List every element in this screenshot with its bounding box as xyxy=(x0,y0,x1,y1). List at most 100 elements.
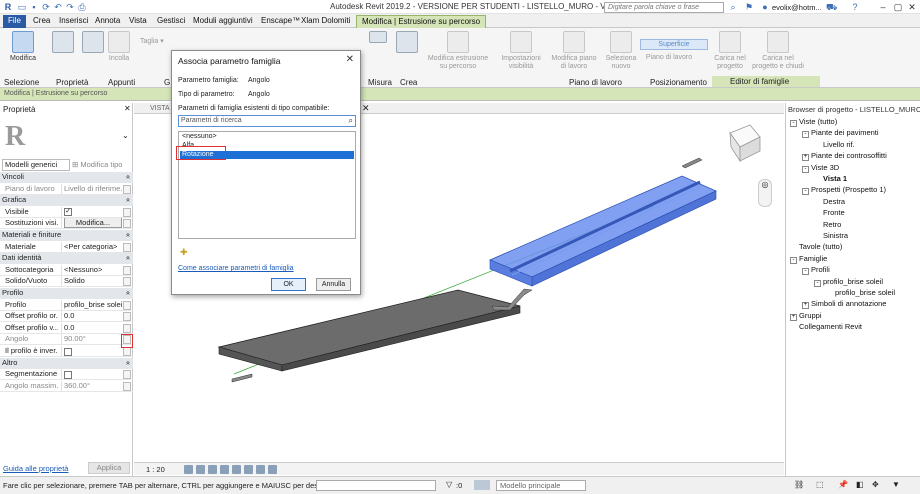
type-selector-arrow-icon[interactable]: ⌄ xyxy=(122,131,129,140)
param-listbox[interactable]: <nessuno> Alfa Rotazione xyxy=(178,131,356,239)
select-new-button[interactable]: Seleziona nuovo xyxy=(604,31,638,71)
tab-annota[interactable]: Annota xyxy=(90,15,125,28)
detail-level-icon[interactable] xyxy=(184,465,193,474)
browser-node[interactable]: - Viste 3D xyxy=(802,163,839,173)
browser-node[interactable]: - Viste (tutto) xyxy=(790,117,837,127)
visual-style-icon[interactable] xyxy=(196,465,205,474)
workplane-dropdown[interactable]: Piano di lavoro xyxy=(640,54,698,62)
expand-toggle-icon[interactable]: - xyxy=(802,188,809,196)
property-category[interactable]: Vincoli xyxy=(0,172,133,183)
help-icon[interactable]: ? xyxy=(850,2,860,12)
property-category[interactable]: Grafica xyxy=(0,195,133,207)
apply-button[interactable]: Applica xyxy=(88,462,130,474)
minimize-icon[interactable]: – xyxy=(878,2,888,12)
save-icon[interactable]: ▪ xyxy=(29,2,39,12)
expand-toggle-icon[interactable]: + xyxy=(790,313,797,321)
browser-node[interactable]: - Profili xyxy=(802,265,830,276)
property-value[interactable] xyxy=(61,346,123,356)
property-value[interactable]: Modifica... xyxy=(61,218,123,229)
tab-moduli[interactable]: Moduli aggiuntivi xyxy=(188,15,258,28)
tab-crea[interactable]: Crea xyxy=(28,15,55,28)
tab-gestisci[interactable]: Gestisci xyxy=(152,15,190,28)
browser-node[interactable]: - Piante dei pavimenti xyxy=(802,128,879,139)
property-value[interactable]: 0.0 xyxy=(61,311,123,322)
property-value[interactable] xyxy=(61,369,123,380)
param-list-item[interactable]: <nessuno> xyxy=(180,133,354,141)
filter-status-icon[interactable]: ▼ xyxy=(892,480,900,489)
view-tab-label[interactable]: VISTA xyxy=(150,105,170,112)
properties-help-link[interactable]: Guida alle proprietà xyxy=(3,464,68,473)
search-icon[interactable]: ⌕ xyxy=(349,116,353,126)
param-list-item[interactable]: Alfa xyxy=(180,142,354,150)
tab-file[interactable]: File xyxy=(3,15,26,28)
browser-node[interactable]: Fronte xyxy=(814,208,845,218)
navigation-wheel-icon[interactable]: ◎ xyxy=(758,179,772,207)
property-row[interactable]: Materiale <Per categoria> xyxy=(0,241,133,253)
expand-toggle-icon[interactable]: + xyxy=(802,302,809,310)
property-row[interactable]: Visibile ✓ xyxy=(0,206,133,218)
browser-node[interactable]: - Prospetti (Prospetto 1) xyxy=(802,185,886,196)
associate-param-button[interactable] xyxy=(123,219,131,229)
lock-view-icon[interactable] xyxy=(256,465,265,474)
associate-param-button[interactable] xyxy=(123,370,131,380)
load-and-close-button[interactable]: Carica nel progetto e chiudi xyxy=(752,31,804,71)
tab-inserisci[interactable]: Inserisci xyxy=(54,15,93,28)
properties-button[interactable] xyxy=(48,31,78,55)
browser-node[interactable]: profilo_brise soleil xyxy=(826,288,895,298)
shadows-icon[interactable] xyxy=(220,465,229,474)
workset-dropdown[interactable] xyxy=(316,480,436,491)
property-category[interactable]: Dati identità xyxy=(0,253,133,265)
select-links-icon[interactable]: ⛓ xyxy=(794,480,804,489)
browser-node[interactable]: Tavole (tutto) xyxy=(790,242,842,252)
property-row[interactable]: Solido/Vuoto Solido xyxy=(0,276,133,288)
filter-icon[interactable]: ▽ xyxy=(446,480,452,489)
associate-param-button[interactable] xyxy=(123,312,131,322)
property-row[interactable]: Offset profilo v... 0.0 xyxy=(0,322,133,334)
help-link[interactable]: Come associare parametri di famiglia xyxy=(178,265,294,272)
dialog-close-icon[interactable]: ✕ xyxy=(346,54,354,65)
property-row[interactable]: Offset profilo or... 0.0 xyxy=(0,311,133,323)
expand-toggle-icon[interactable]: + xyxy=(802,154,809,162)
revit-logo-icon[interactable]: R xyxy=(3,2,13,12)
associate-param-button[interactable] xyxy=(123,265,131,275)
browser-node[interactable]: Collegamenti Revit xyxy=(790,322,862,332)
type-properties-button[interactable] xyxy=(82,31,104,55)
subscription-icon[interactable]: ⚑ xyxy=(744,2,754,12)
browser-node[interactable]: Sinistra xyxy=(814,231,848,241)
browser-node[interactable]: + Gruppi xyxy=(790,311,822,321)
browser-node[interactable]: + Piante dei controsoffitti xyxy=(802,151,887,162)
measure-icon-button[interactable] xyxy=(368,31,388,45)
property-value[interactable]: 0.0 xyxy=(61,322,123,333)
browser-node[interactable]: Livello rif. xyxy=(814,140,855,150)
param-search-input[interactable]: Parametri di ricerca ⌕ xyxy=(178,115,356,127)
edit-workplane-button[interactable]: Modifica piano di lavoro xyxy=(550,31,598,71)
cut-button[interactable]: Taglia ▾ xyxy=(140,38,180,46)
sync-icon[interactable]: ⟳ xyxy=(41,2,51,12)
property-checkbox[interactable] xyxy=(64,347,72,356)
surface-button[interactable]: Superficie xyxy=(640,39,708,50)
associate-param-button[interactable] xyxy=(123,242,131,252)
properties-close-icon[interactable]: ✕ xyxy=(124,104,131,113)
edit-type-button[interactable]: ⊞ Modifica tipo xyxy=(72,159,130,171)
associate-param-button[interactable] xyxy=(123,335,131,345)
crop-view-icon[interactable] xyxy=(232,465,241,474)
edit-path-extrusion-button[interactable]: Modifica estrusione su percorso xyxy=(424,31,492,71)
expand-toggle-icon[interactable]: - xyxy=(802,131,809,139)
expand-toggle-icon[interactable]: - xyxy=(790,256,797,264)
property-value[interactable]: <Per categoria> xyxy=(61,241,123,252)
search-icon[interactable]: ⌕ xyxy=(728,2,738,12)
property-checkbox[interactable]: ✓ xyxy=(64,208,72,217)
property-value[interactable]: 360.00° xyxy=(61,380,123,391)
undo-icon[interactable]: ↶ xyxy=(53,2,63,12)
associate-param-button[interactable] xyxy=(123,300,131,310)
associate-param-button[interactable] xyxy=(123,347,131,356)
associate-param-button[interactable] xyxy=(123,184,131,194)
property-row[interactable]: Angolo 90.00° xyxy=(0,334,133,346)
property-row[interactable]: Sostituzioni visi... Modifica... xyxy=(0,218,133,230)
sun-path-icon[interactable] xyxy=(208,465,217,474)
cancel-button[interactable]: Annulla xyxy=(316,278,351,291)
edit-overrides-button[interactable]: Modifica... xyxy=(64,218,122,229)
select-by-face-icon[interactable]: ◧ xyxy=(856,480,864,489)
property-category[interactable]: Profilo xyxy=(0,288,133,299)
user-name[interactable]: evolix@hotm... xyxy=(772,3,822,12)
